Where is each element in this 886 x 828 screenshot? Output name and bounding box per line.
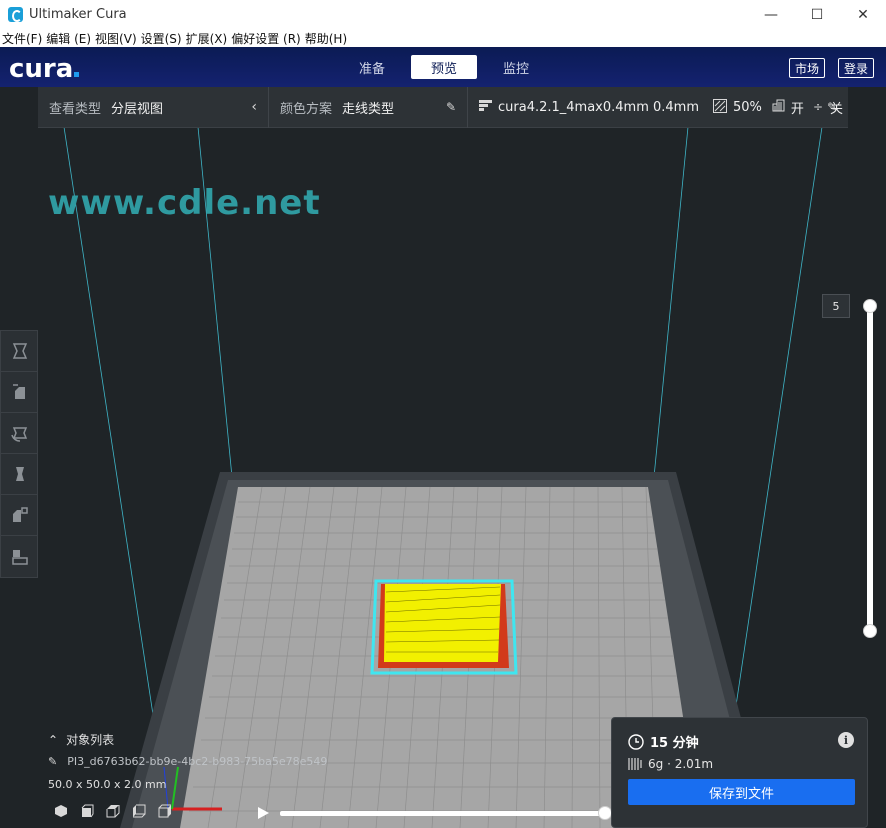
support-blocker-button[interactable] <box>1 536 38 577</box>
color-scheme-label: 颜色方案 <box>280 101 333 117</box>
play-icon <box>258 807 269 819</box>
minimize-button[interactable]: — <box>748 0 794 29</box>
window-title: Ultimaker Cura <box>29 7 127 22</box>
menu-file[interactable]: 文件(F) <box>0 30 44 47</box>
model-top-layer <box>384 584 501 662</box>
cube-right-icon <box>158 804 171 818</box>
menu-bar: 文件(F) 编辑 (E) 视图(V) 设置(S) 扩展(X) 偏好设置 (R) … <box>0 29 886 47</box>
layer-slider-upper-handle[interactable] <box>863 299 877 313</box>
color-scheme-value: 走线类型 <box>342 101 395 117</box>
info-icon[interactable]: i <box>838 732 854 748</box>
view-left-button[interactable] <box>126 802 152 820</box>
object-list-toggle[interactable]: ⌃ 对象列表 <box>48 731 114 748</box>
cube-front-icon <box>81 804 94 818</box>
stage-tabs: 准备 预览 监控 <box>339 55 555 79</box>
profile-name: cura4.2.1_4max0.4mm 0.4mm <box>498 99 700 115</box>
print-time: 15 分钟 <box>650 736 699 751</box>
scale-tool-icon <box>12 384 25 399</box>
filament-icon <box>628 758 642 770</box>
tab-prepare[interactable]: 准备 <box>339 55 405 79</box>
scale-tool-button[interactable] <box>1 372 38 413</box>
menu-settings[interactable]: 设置(S) <box>139 30 184 47</box>
print-settings-selector[interactable]: cura4.2.1_4max0.4mm 0.4mm 50% 开 ÷ 关 ✎ <box>468 87 848 128</box>
chevron-up-icon: ⌃ <box>48 732 59 747</box>
simulation-progress-track[interactable] <box>280 811 604 816</box>
profile-icon <box>479 100 492 114</box>
infill-value: 50% <box>733 99 762 115</box>
object-filename: PI3_d6763b62-bb9e-4bc2-b983-75ba5e78e549 <box>67 755 328 768</box>
cura-app-icon <box>8 7 23 22</box>
view-type-label: 查看类型 <box>49 101 102 117</box>
object-filename-row[interactable]: ✎ PI3_d6763b62-bb9e-4bc2-b983-75ba5e78e5… <box>48 755 327 768</box>
view-front-button[interactable] <box>74 802 100 820</box>
watermark-text: www.cdle.net <box>48 183 321 223</box>
cube-left-icon <box>133 804 146 818</box>
pencil-icon: ✎ <box>445 100 456 114</box>
simulation-progress-handle[interactable] <box>598 806 612 820</box>
view-type-selector[interactable]: 查看类型 分层视图 ‹ <box>38 87 268 128</box>
current-layer-field[interactable]: 5 <box>822 294 850 318</box>
signin-button[interactable]: 登录 <box>838 58 875 78</box>
view-right-button[interactable] <box>152 802 178 820</box>
view-top-button[interactable] <box>100 802 126 820</box>
cura-logo: cura <box>9 54 80 84</box>
menu-preferences[interactable]: 偏好设置 (R) <box>229 30 303 47</box>
menu-view[interactable]: 视图(V) <box>93 30 139 47</box>
build-volume-edge <box>653 126 689 478</box>
logo-text: cura <box>9 54 74 84</box>
tool-panel <box>0 330 38 578</box>
print-info-panel: 15 分钟 i 6g · 2.01m 保存到文件 <box>611 717 868 828</box>
object-dimensions: 50.0 x 50.0 x 2.0 mm <box>48 778 167 791</box>
rotate-tool-button[interactable] <box>1 413 38 454</box>
window-controls: — ☐ ✕ <box>748 0 886 29</box>
layer-slider-lower-handle[interactable] <box>863 624 877 638</box>
chevron-left-icon: ‹ <box>251 99 257 115</box>
menu-edit[interactable]: 编辑 (E) <box>44 30 93 47</box>
object-list-title: 对象列表 <box>66 733 115 747</box>
support-value: 开 <box>790 101 804 117</box>
pencil-icon: ✎ <box>48 755 58 768</box>
print-time-row: 15 分钟 <box>628 732 699 751</box>
move-tool-icon <box>12 343 27 359</box>
pencil-icon: ✎ <box>826 100 837 114</box>
build-volume-edge <box>197 126 233 478</box>
camera-view-buttons <box>48 802 178 820</box>
cube-3d-icon <box>55 805 67 817</box>
view-toolbar: 查看类型 分层视图 ‹ 颜色方案 走线类型 ✎ cura4.2.1_4max0.… <box>38 86 848 128</box>
simulation-play-button[interactable] <box>256 806 270 820</box>
view-type-value: 分层视图 <box>111 101 164 117</box>
object-list: ⌃ 对象列表 ✎ PI3_d6763b62-bb9e-4bc2-b983-75b… <box>48 731 327 792</box>
clock-icon <box>628 733 644 750</box>
mirror-tool-button[interactable] <box>1 454 38 495</box>
close-button[interactable]: ✕ <box>840 0 886 29</box>
view-3d-button[interactable] <box>48 802 74 820</box>
material-usage-row: 6g · 2.01m <box>628 757 713 771</box>
maximize-button[interactable]: ☐ <box>794 0 840 29</box>
mirror-tool-icon <box>15 467 24 481</box>
material-usage: 6g · 2.01m <box>648 757 714 771</box>
menu-help[interactable]: 帮助(H) <box>303 30 349 47</box>
move-tool-button[interactable] <box>1 331 38 372</box>
support-blocker-icon <box>11 549 28 565</box>
marketplace-button[interactable]: 市场 <box>789 58 826 78</box>
layer-slider-track[interactable] <box>867 306 873 632</box>
per-model-settings-icon <box>12 507 28 522</box>
tab-monitor[interactable]: 监控 <box>483 55 549 79</box>
logo-dot <box>74 72 80 77</box>
infill-icon <box>713 98 728 116</box>
per-model-settings-button[interactable] <box>1 495 38 536</box>
rotate-tool-icon <box>10 427 27 442</box>
cube-top-icon <box>106 805 120 818</box>
title-bar: Ultimaker Cura — ☐ ✕ <box>0 0 886 29</box>
tab-preview[interactable]: 预览 <box>411 55 477 79</box>
app-header: cura 准备 预览 监控 市场 登录 <box>0 47 886 87</box>
support-icon <box>772 99 785 115</box>
color-scheme-selector[interactable]: 颜色方案 走线类型 ✎ <box>269 87 467 128</box>
adhesion-icon: ÷ <box>812 100 823 114</box>
save-to-file-button[interactable]: 保存到文件 <box>628 779 855 805</box>
menu-extensions[interactable]: 扩展(X) <box>184 30 230 47</box>
